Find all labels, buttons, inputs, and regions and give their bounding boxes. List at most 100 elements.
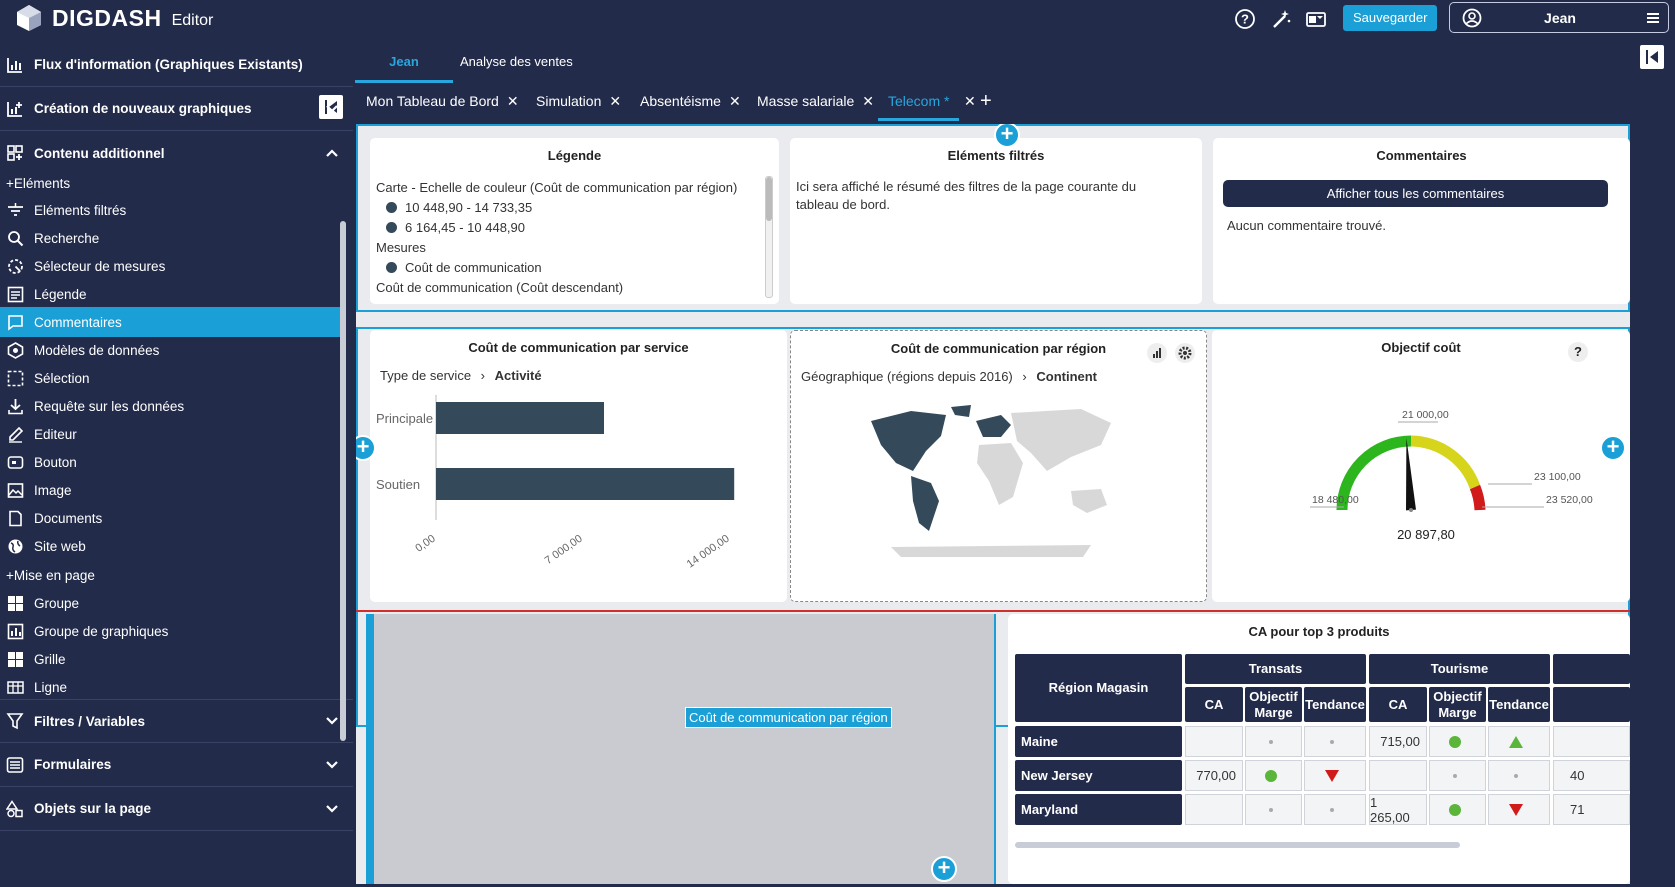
- table-cell[interactable]: 1 265,00: [1369, 794, 1427, 825]
- table-cell[interactable]: [1553, 726, 1630, 757]
- magic-wand-icon[interactable]: [1270, 8, 1292, 30]
- close-icon[interactable]: ✕: [862, 93, 874, 109]
- tab-sales-analysis[interactable]: Analyse des ventes: [460, 43, 573, 83]
- map-region-europe[interactable]: [976, 415, 1011, 437]
- group-layout[interactable]: +Mise en page: [6, 568, 95, 583]
- help-icon[interactable]: ?: [1568, 342, 1588, 362]
- table-cell[interactable]: [1488, 760, 1550, 791]
- section-page-objects[interactable]: Objets sur la page: [0, 787, 353, 831]
- table-cell[interactable]: [1488, 794, 1550, 825]
- tab-jean[interactable]: Jean: [355, 43, 453, 83]
- sidebar-item-row[interactable]: Ligne: [0, 672, 340, 702]
- breadcrumb-level[interactable]: Type de service: [380, 368, 471, 383]
- region-cell[interactable]: Maine: [1015, 726, 1182, 757]
- sidebar-item-image[interactable]: Image: [0, 475, 340, 505]
- sidebar-item-data-models[interactable]: Modèles de données: [0, 335, 340, 365]
- sidebar-item-documents[interactable]: Documents: [0, 503, 340, 533]
- table-cell[interactable]: [1304, 760, 1366, 791]
- section-forms[interactable]: Formulaires: [0, 743, 353, 787]
- help-icon[interactable]: ?: [1234, 8, 1256, 30]
- sidebar-item-group[interactable]: Groupe: [0, 588, 340, 618]
- table-cell[interactable]: 770,00: [1185, 760, 1243, 791]
- sidebar-item-selection[interactable]: Sélection: [0, 363, 340, 393]
- tab-payroll[interactable]: Masse salariale ✕: [757, 85, 874, 121]
- breadcrumb-level[interactable]: Géographique (régions depuis 2016): [801, 369, 1013, 384]
- drill-breadcrumb[interactable]: Type de service › Activité: [380, 368, 542, 383]
- bar[interactable]: [436, 402, 604, 434]
- chart-type-icon[interactable]: [1147, 343, 1167, 363]
- map-region-africa[interactable]: [977, 443, 1023, 505]
- save-button[interactable]: Sauvegarder: [1343, 5, 1438, 31]
- collapse-right-panel-button[interactable]: [1640, 45, 1664, 69]
- table-cell[interactable]: 715,00: [1369, 726, 1427, 757]
- table-column-header[interactable]: Tendance: [1304, 687, 1366, 722]
- sidebar-item-chart-group[interactable]: Groupe de graphiques: [0, 616, 340, 646]
- table-cell[interactable]: [1245, 794, 1302, 825]
- map-region-south-america[interactable]: [911, 476, 939, 531]
- map-region-north-america[interactable]: [871, 411, 946, 471]
- section-new-charts[interactable]: Création de nouveaux graphiques: [0, 87, 353, 131]
- table-group-header[interactable]: Transats: [1185, 654, 1366, 684]
- chart-drop-zone[interactable]: Coût de communication par région: [366, 614, 996, 884]
- close-icon[interactable]: ✕: [964, 85, 976, 121]
- close-icon[interactable]: ✕: [609, 93, 621, 109]
- table-cell[interactable]: [1185, 726, 1243, 757]
- region-cell[interactable]: Maryland: [1015, 794, 1182, 825]
- table-cell[interactable]: [1429, 794, 1486, 825]
- section-existing-charts[interactable]: Flux d'information (Graphiques Existants…: [0, 43, 353, 87]
- table-cell[interactable]: 71: [1553, 794, 1630, 825]
- add-element-plus-icon[interactable]: +: [931, 856, 957, 882]
- table-cell[interactable]: [1304, 794, 1366, 825]
- tab-telecom[interactable]: Telecom *: [878, 85, 960, 121]
- table-cell[interactable]: [1245, 760, 1302, 791]
- sidebar-scrollbar[interactable]: [340, 221, 346, 741]
- add-tab-icon[interactable]: +: [980, 85, 992, 121]
- sidebar-item-measure-selector[interactable]: Sélecteur de mesures: [0, 251, 340, 281]
- tab-my-dashboard[interactable]: Mon Tableau de Bord ✕: [366, 85, 519, 121]
- tab-absenteeism[interactable]: Absentéisme ✕: [640, 85, 741, 121]
- table-header-region[interactable]: Région Magasin: [1015, 654, 1182, 722]
- map-region-greenland[interactable]: [951, 405, 971, 417]
- settings-gear-icon[interactable]: [1175, 343, 1195, 363]
- table-cell[interactable]: 40: [1553, 760, 1630, 791]
- drill-breadcrumb[interactable]: Géographique (régions depuis 2016) › Con…: [801, 369, 1097, 384]
- table-group-header[interactable]: [1553, 654, 1630, 684]
- sidebar-item-legend[interactable]: Légende: [0, 279, 340, 309]
- sidebar-item-data-query[interactable]: Requête sur les données: [0, 391, 340, 421]
- legend-scrollbar[interactable]: [765, 176, 773, 298]
- map-region-antarctica[interactable]: [891, 545, 1091, 557]
- table-scrollbar[interactable]: [1015, 842, 1460, 848]
- sidebar-item-comments[interactable]: Commentaires: [0, 307, 340, 337]
- map-region-asia[interactable]: [1011, 409, 1111, 471]
- section-filters-variables[interactable]: Filtres / Variables: [0, 699, 353, 743]
- sidebar-item-website[interactable]: Site web: [0, 531, 340, 561]
- world-map[interactable]: [851, 401, 1151, 561]
- sidebar-item-button[interactable]: Bouton: [0, 447, 340, 477]
- table-column-header[interactable]: CA: [1185, 687, 1243, 722]
- table-column-header[interactable]: Objectif Marge: [1429, 687, 1486, 722]
- table-cell[interactable]: [1185, 794, 1243, 825]
- table-column-header[interactable]: [1553, 687, 1630, 722]
- sidebar-item-editor[interactable]: Editeur: [0, 419, 340, 449]
- sidebar-item-grid[interactable]: Grille: [0, 644, 340, 674]
- table-column-header[interactable]: Tendance: [1488, 687, 1550, 722]
- close-icon[interactable]: ✕: [729, 93, 741, 109]
- close-icon[interactable]: ✕: [507, 93, 519, 109]
- hamburger-menu-icon[interactable]: [1646, 11, 1660, 25]
- user-menu[interactable]: Jean: [1449, 2, 1669, 33]
- map-region-oceania[interactable]: [1071, 489, 1107, 513]
- table-column-header[interactable]: Objectif Marge: [1245, 687, 1302, 722]
- bar[interactable]: [436, 468, 735, 500]
- table-cell[interactable]: [1304, 726, 1366, 757]
- table-cell[interactable]: [1369, 760, 1427, 791]
- sidebar-item-filtered-elements[interactable]: Eléments filtrés: [0, 195, 340, 225]
- section-additional-content[interactable]: Contenu additionnel: [0, 131, 353, 175]
- show-all-comments-button[interactable]: Afficher tous les commentaires: [1223, 180, 1608, 207]
- table-cell[interactable]: [1429, 760, 1486, 791]
- tab-simulation[interactable]: Simulation ✕: [536, 85, 621, 121]
- region-cell[interactable]: New Jersey: [1015, 760, 1182, 791]
- table-cell[interactable]: [1488, 726, 1550, 757]
- table-column-header[interactable]: CA: [1369, 687, 1427, 722]
- drag-ghost-label[interactable]: Coût de communication par région: [685, 707, 892, 728]
- table-cell[interactable]: [1429, 726, 1486, 757]
